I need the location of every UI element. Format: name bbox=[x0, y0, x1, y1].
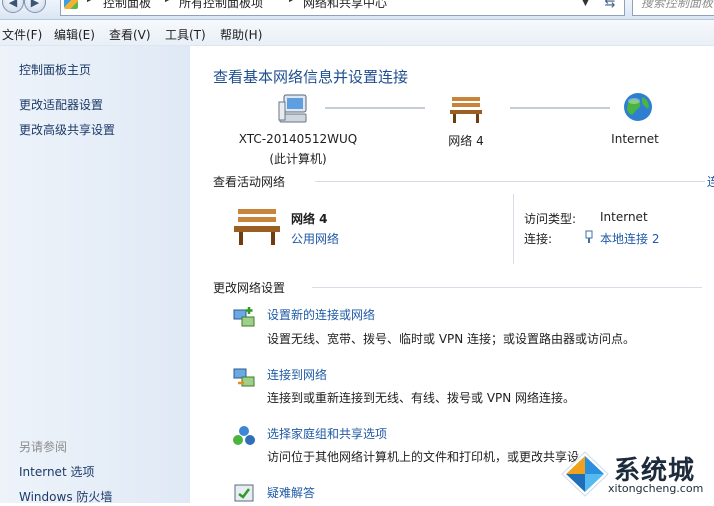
network-bench-icon bbox=[450, 97, 482, 123]
breadcrumb[interactable]: ▶ 控制面板 ▶ 所有控制面板项 ▶ 网络和共享中心 bbox=[60, 0, 625, 16]
address-bar: ◀ ▶ ▶ 控制面板 ▶ 所有控制面板项 ▶ 网络和共享中心 ▼ ⇆ 搜索控制面… bbox=[0, 0, 714, 20]
map-internet[interactable]: Internet bbox=[595, 132, 675, 146]
troubleshoot-icon bbox=[234, 484, 254, 502]
task-setup-connection-link[interactable]: 设置新的连接或网络 bbox=[267, 306, 375, 323]
chevron-down-icon[interactable]: ▼ bbox=[582, 0, 589, 8]
access-type-label: 访问类型: bbox=[524, 212, 577, 226]
breadcrumb-item-network-center[interactable]: 网络和共享中心 bbox=[303, 0, 387, 11]
menu-tools[interactable]: 工具(T) bbox=[165, 26, 206, 43]
divider bbox=[312, 287, 702, 288]
task-homegroup-link[interactable]: 选择家庭组和共享选项 bbox=[267, 425, 387, 442]
connect-network-icon bbox=[233, 368, 255, 387]
chevron-right-icon: ▶ bbox=[87, 0, 94, 4]
homegroup-icon bbox=[233, 426, 255, 445]
active-networks-heading: 查看活动网络 bbox=[213, 175, 286, 189]
breadcrumb-item-control-panel[interactable]: 控制面板 bbox=[103, 0, 151, 11]
see-also-heading: 另请参阅 bbox=[19, 440, 68, 454]
watermark-url: xitongcheng.com bbox=[608, 482, 704, 495]
connection-line bbox=[510, 107, 610, 109]
divider bbox=[513, 194, 514, 264]
map-network-name[interactable]: 网络 4 bbox=[426, 132, 506, 149]
sidebar-item-advanced-sharing[interactable]: 更改高级共享设置 bbox=[19, 121, 115, 138]
divider bbox=[315, 181, 705, 182]
local-connection-link[interactable]: 本地连接 2 bbox=[600, 230, 659, 247]
watermark-logo bbox=[561, 451, 609, 497]
task-connect-network-link[interactable]: 连接到网络 bbox=[267, 366, 327, 383]
task-troubleshoot-link[interactable]: 疑难解答 bbox=[267, 484, 315, 501]
menu-edit[interactable]: 编辑(E) bbox=[54, 26, 95, 43]
back-button[interactable]: ◀ bbox=[2, 0, 24, 13]
sidebar-item-home[interactable]: 控制面板主页 bbox=[19, 61, 91, 78]
chevron-right-icon: ▶ bbox=[165, 0, 172, 4]
see-full-map-link[interactable]: 连 bbox=[707, 173, 714, 190]
menu-help[interactable]: 帮助(H) bbox=[220, 26, 262, 43]
network-bench-icon bbox=[234, 209, 280, 245]
active-network-name: 网络 4 bbox=[291, 212, 328, 226]
globe-icon bbox=[624, 93, 652, 121]
refresh-icon[interactable]: ⇆ bbox=[600, 0, 620, 14]
menu-bar: 文件(F) 编辑(E) 查看(V) 工具(T) 帮助(H) bbox=[0, 20, 714, 46]
change-settings-heading: 更改网络设置 bbox=[213, 281, 286, 295]
main-panel: 查看基本网络信息并设置连接 XTC-20140512WUQ (此计算机) 网络 … bbox=[190, 46, 714, 503]
watermark: 系统城 xitongcheng.com bbox=[556, 446, 714, 503]
search-input[interactable]: 搜索控制面板 bbox=[632, 0, 714, 16]
new-connection-icon bbox=[233, 307, 255, 327]
search-placeholder: 搜索控制面板 bbox=[641, 0, 714, 10]
chevron-right-icon: ▶ bbox=[289, 0, 296, 4]
task-setup-connection-desc: 设置无线、宽带、拨号、临时或 VPN 连接；或设置路由器或访问点。 bbox=[267, 332, 636, 346]
computer-sub: (此计算机) bbox=[269, 152, 327, 166]
sidebar-item-adapter-settings[interactable]: 更改适配器设置 bbox=[19, 96, 103, 113]
page-title: 查看基本网络信息并设置连接 bbox=[213, 68, 409, 86]
task-connect-network-desc: 连接到或重新连接到无线、有线、拨号或 VPN 网络连接。 bbox=[267, 391, 576, 405]
sidebar-item-firewall[interactable]: Windows 防火墙 bbox=[19, 488, 112, 505]
forward-button[interactable]: ▶ bbox=[24, 0, 46, 13]
connection-line bbox=[325, 107, 425, 109]
task-homegroup-desc: 访问位于其他网络计算机上的文件和打印机，或更改共享设 bbox=[267, 450, 580, 464]
sidebar-item-internet-options[interactable]: Internet 选项 bbox=[19, 463, 94, 480]
computer-name: XTC-20140512WUQ bbox=[238, 132, 358, 146]
connection-label: 连接: bbox=[524, 232, 553, 246]
sidebar: 控制面板主页 更改适配器设置 更改高级共享设置 另请参阅 Internet 选项… bbox=[0, 46, 190, 505]
menu-file[interactable]: 文件(F) bbox=[2, 26, 42, 43]
menu-view[interactable]: 查看(V) bbox=[109, 26, 151, 43]
breadcrumb-item-all-items[interactable]: 所有控制面板项 bbox=[179, 0, 263, 11]
ethernet-icon bbox=[585, 230, 593, 243]
control-panel-icon bbox=[64, 0, 78, 9]
network-type-link[interactable]: 公用网络 bbox=[291, 230, 339, 247]
computer-icon bbox=[278, 94, 307, 123]
access-type-value: Internet bbox=[600, 210, 648, 224]
